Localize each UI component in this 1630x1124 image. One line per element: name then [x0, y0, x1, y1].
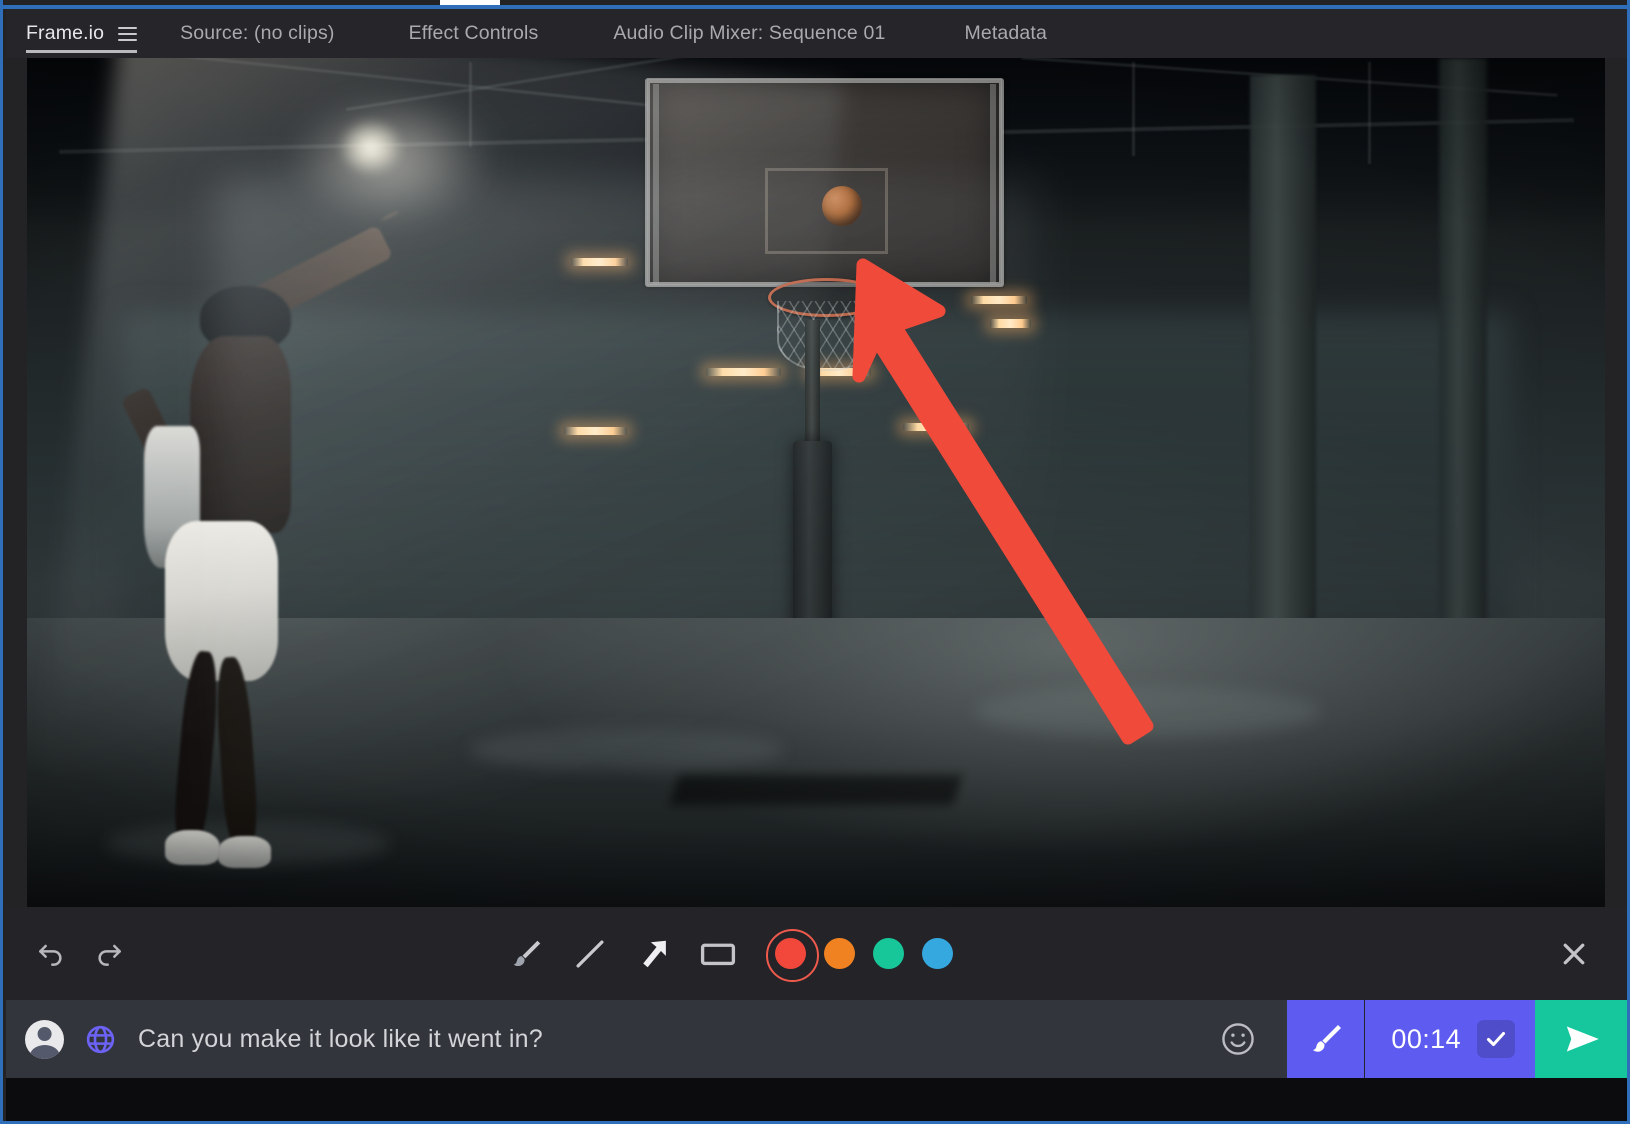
color-swatch-red[interactable] — [766, 929, 819, 982]
pen-line-icon — [576, 939, 604, 968]
check-icon — [1486, 1031, 1506, 1047]
panel-bottom-filler — [6, 1078, 1627, 1121]
color-swatch-teal[interactable] — [873, 938, 904, 969]
scene-player-shoe — [164, 829, 221, 866]
annotation-toolbar — [6, 907, 1627, 1000]
close-icon — [1563, 943, 1585, 964]
comment-input[interactable] — [138, 1011, 1204, 1067]
brush-icon — [513, 940, 541, 966]
undo-button[interactable] — [28, 931, 74, 977]
redo-button[interactable] — [86, 931, 132, 977]
tab-active-underline — [26, 50, 138, 53]
globe-icon[interactable] — [84, 1023, 117, 1056]
avatar-head — [37, 1026, 52, 1042]
frameio-panel: Frame.io Source: (no clips) Effect Contr… — [0, 0, 1630, 1124]
tool-arrow[interactable] — [631, 931, 677, 977]
send-icon — [1566, 1026, 1599, 1052]
scene-truss — [1131, 62, 1135, 156]
color-swatch-blue[interactable] — [922, 938, 953, 969]
video-frame — [27, 58, 1605, 907]
tab-audio-clip-mixer-label: Audio Clip Mixer: Sequence 01 — [613, 21, 886, 44]
undo-icon — [39, 944, 62, 966]
arrow-icon — [643, 940, 666, 967]
tab-frameio-label: Frame.io — [26, 21, 105, 44]
tab-source-label: Source: (no clips) — [180, 21, 335, 44]
tool-line[interactable] — [567, 931, 613, 977]
draw-button[interactable] — [1287, 1000, 1366, 1078]
avatar-body — [29, 1045, 60, 1059]
undo-redo-group — [28, 931, 132, 977]
hamburger-icon[interactable] — [118, 26, 138, 41]
rectangle-icon — [700, 943, 736, 965]
tab-metadata[interactable]: Metadata — [964, 9, 1047, 58]
video-viewer[interactable] — [27, 58, 1605, 907]
scene-column — [1439, 58, 1487, 704]
brush-icon — [1312, 1025, 1341, 1052]
send-button[interactable] — [1535, 1000, 1627, 1078]
tool-rectangle[interactable] — [695, 931, 741, 977]
panel-tab-bar: Frame.io Source: (no clips) Effect Contr… — [6, 9, 1627, 58]
tab-source[interactable]: Source: (no clips) — [180, 9, 334, 58]
avatar[interactable] — [25, 1019, 64, 1059]
scene-player-shoe — [217, 835, 271, 869]
timestamp-button[interactable]: 00:14 — [1365, 1000, 1535, 1078]
tab-audio-clip-mixer[interactable]: Audio Clip Mixer: Sequence 01 — [613, 9, 885, 58]
tab-frameio[interactable]: Frame.io — [26, 9, 138, 58]
tab-effect-controls-label: Effect Controls — [408, 21, 539, 44]
timestamp-checkbox[interactable] — [1477, 1020, 1515, 1058]
panel-focus-border-top — [3, 5, 1627, 9]
color-swatches — [766, 929, 955, 982]
drawing-tools — [503, 929, 955, 982]
emoji-button[interactable] — [1215, 1016, 1261, 1062]
scene-light-source — [326, 108, 414, 186]
scene-haze — [216, 176, 1037, 806]
comment-bar: 00:14 — [6, 1000, 1627, 1078]
tool-brush[interactable] — [503, 931, 549, 977]
timestamp-label: 00:14 — [1391, 1023, 1461, 1054]
emoji-icon — [1222, 1023, 1255, 1055]
scene-column — [1249, 74, 1317, 687]
tab-effect-controls[interactable]: Effect Controls — [409, 9, 539, 58]
redo-icon — [98, 944, 121, 966]
close-annotation-button[interactable] — [1554, 934, 1594, 974]
color-swatch-orange[interactable] — [824, 938, 855, 969]
scene-truss — [1368, 62, 1372, 165]
tab-metadata-label: Metadata — [964, 21, 1047, 44]
panel-tab-stub — [440, 0, 500, 5]
